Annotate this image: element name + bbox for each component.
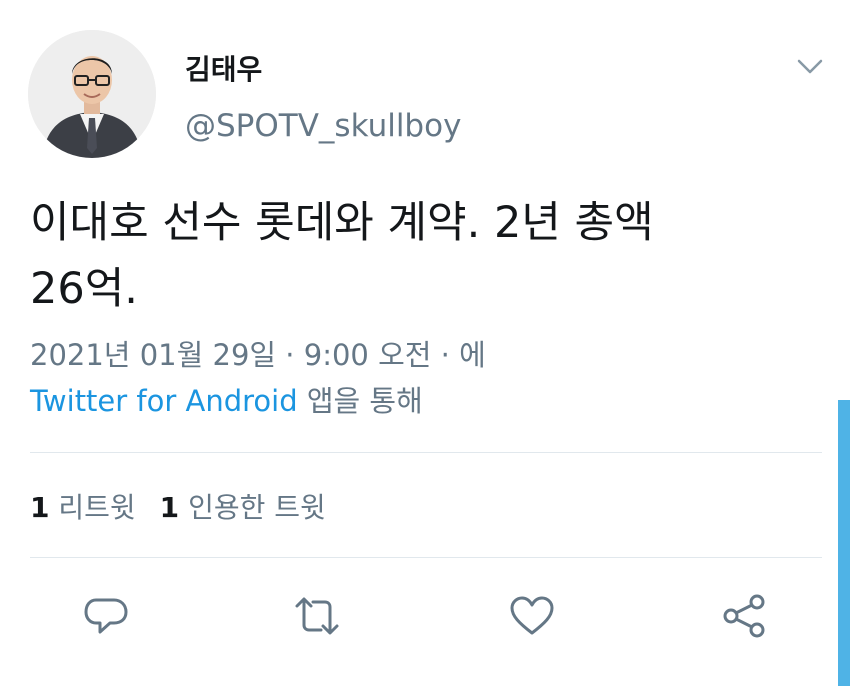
tweet-source: Twitter for Android 앱을 통해 <box>30 380 423 422</box>
author-handle[interactable]: @SPOTV_skullboy <box>185 108 461 144</box>
divider <box>30 452 822 453</box>
tweet-timestamp: 2021년 01월 29일 · 9:00 오전 · 에 <box>30 338 486 372</box>
heart-icon[interactable] <box>508 592 556 640</box>
quotes-stat[interactable]: 1 인용한 트윗 <box>160 491 326 524</box>
reply-icon[interactable] <box>82 592 130 640</box>
author-display-name[interactable]: 김태우 <box>185 48 262 88</box>
scroll-indicator[interactable] <box>838 400 850 686</box>
retweets-count: 1 <box>30 491 50 524</box>
tweet-text: 이대호 선수 롯데와 계약. 2년 총액 26억. <box>30 198 654 314</box>
chevron-down-icon[interactable] <box>795 54 825 78</box>
source-suffix: 앱을 통해 <box>297 384 423 418</box>
avatar-photo <box>28 30 156 158</box>
retweets-stat[interactable]: 1 리트윗 <box>30 491 136 524</box>
retweet-icon[interactable] <box>293 592 341 640</box>
quotes-label: 인용한 트윗 <box>188 491 326 524</box>
divider <box>30 557 822 558</box>
quotes-count: 1 <box>159 491 180 524</box>
share-icon[interactable] <box>720 592 768 640</box>
tweet-detail: 김태우 @SPOTV_skullboy 이대호 선수 롯데와 계약. 2년 총액… <box>0 0 850 686</box>
retweets-label: 리트윗 <box>58 491 136 524</box>
avatar[interactable] <box>28 30 156 158</box>
tweet-stats: 1 리트윗 1 인용한 트윗 <box>30 488 326 528</box>
source-link[interactable]: Twitter for Android <box>30 384 298 418</box>
